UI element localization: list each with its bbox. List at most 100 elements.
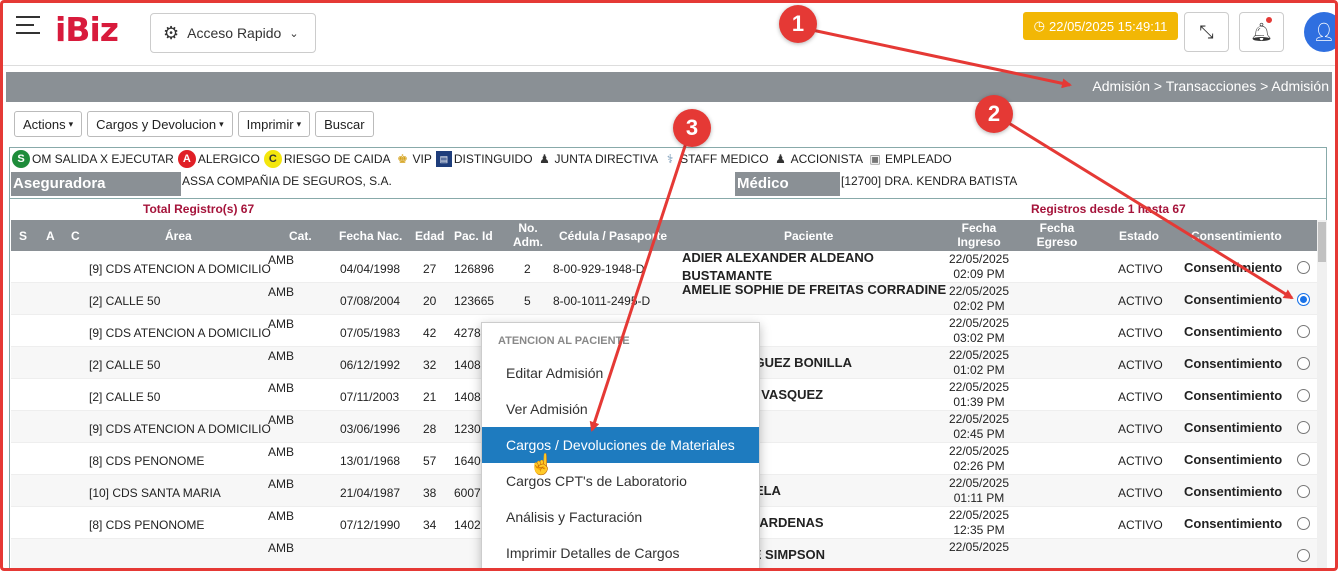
menu-item-analisis-facturacion[interactable]: Análisis y Facturación [482, 499, 759, 535]
cell-estado: ACTIVO [1118, 262, 1163, 276]
notifications-button[interactable]: 🔔︎ [1239, 12, 1284, 52]
col-cedula[interactable]: Cédula / Pasaporte [559, 229, 667, 243]
cell-fecha-nac: 04/04/1998 [340, 262, 401, 276]
medico-value: [12700] DRA. KENDRA BATISTA [841, 174, 1018, 188]
cell-edad: 21 [423, 390, 437, 404]
cell-consentimiento[interactable]: Consentimiento [1184, 260, 1282, 275]
app-logo[interactable]: iBiz [55, 10, 119, 49]
cell-area: [2] CALLE 50 [89, 358, 161, 372]
menu-item-cargos-devoluciones[interactable]: Cargos / Devoluciones de Materiales [482, 427, 759, 463]
menu-item-editar-admision[interactable]: Editar Admisión [482, 355, 759, 391]
cell-fecha-nac: 21/04/1987 [340, 486, 401, 500]
col-c[interactable]: C [71, 229, 80, 243]
vip-person-icon: ♚ [397, 152, 408, 166]
row-select-radio[interactable] [1297, 293, 1310, 306]
legend-label: DISTINGUIDO [453, 152, 533, 166]
quick-access-dropdown[interactable]: ⚙ Acceso Rapido ⌄ [150, 13, 316, 53]
fecha-ingreso-time: 12:35 PM [953, 523, 1005, 537]
caret-down-icon: ▾ [219, 118, 224, 129]
row-select-radio[interactable] [1297, 517, 1310, 530]
row-select-radio[interactable] [1297, 453, 1310, 466]
col-consentimiento[interactable]: Consentimiento [1191, 229, 1282, 243]
cell-estado: ACTIVO [1118, 326, 1163, 340]
row-select-radio[interactable] [1297, 389, 1310, 402]
cell-edad: 20 [423, 294, 437, 308]
cell-pac-id: 1408 [454, 358, 481, 372]
table-row[interactable]: [2] CALLE 50 AMB 07/08/2004 20 123665 5 8-00-1… [11, 282, 1317, 315]
caduceus-icon: ⚕ [666, 152, 674, 166]
menu-item-ver-admision[interactable]: Ver Admisión [482, 391, 759, 427]
col-s[interactable]: S [19, 229, 27, 243]
col-a[interactable]: A [46, 229, 55, 243]
cell-estado: ACTIVO [1118, 486, 1163, 500]
legend-label: VIP [412, 152, 432, 166]
row-select-radio[interactable] [1297, 549, 1310, 562]
legend-item-staff: ⚕ STAFF MEDICO [662, 151, 769, 167]
row-select-radio[interactable] [1297, 485, 1310, 498]
cell-cat: AMB [268, 285, 295, 299]
menu-item-cargos-cpt-laboratorio[interactable]: Cargos CPT's de Laboratorio [482, 463, 759, 499]
user-avatar-icon[interactable]: 👤︎ [1304, 12, 1338, 52]
cell-edad: 28 [423, 422, 437, 436]
cell-consentimiento[interactable]: Consentimiento [1184, 484, 1282, 499]
fecha-ingreso-time: 01:11 PM [953, 491, 1005, 505]
cell-consentimiento[interactable]: Consentimiento [1184, 420, 1282, 435]
col-fecha-nac[interactable]: Fecha Nac. [339, 229, 402, 243]
hamburger-menu-icon[interactable] [16, 16, 40, 36]
actions-dropdown-button[interactable]: Actions ▾ [14, 111, 83, 137]
cell-no-adm: 2 [524, 262, 531, 276]
cell-area: [9] CDS ATENCION A DOMICILIO [89, 262, 271, 276]
col-cat[interactable]: Cat. [289, 229, 312, 243]
cell-fecha-nac: 07/11/2003 [340, 390, 400, 404]
cell-cat: AMB [268, 413, 295, 427]
cell-consentimiento[interactable]: Consentimiento [1184, 292, 1282, 307]
notification-dot [1266, 17, 1272, 23]
legend-label: ALERGICO [197, 152, 260, 166]
cell-cat: AMB [268, 317, 295, 331]
table-row[interactable]: [9] CDS ATENCION A DOMICILIO AMB 04/04/199… [11, 250, 1317, 283]
col-fecha-egreso[interactable]: Fecha Egreso [1027, 221, 1087, 249]
cell-edad: 57 [423, 454, 437, 468]
menu-item-imprimir-detalles[interactable]: Imprimir Detalles de Cargos [482, 535, 759, 571]
employee-badge-icon: ▣ [869, 152, 881, 166]
col-edad[interactable]: Edad [415, 229, 444, 243]
context-menu-header: ATENCION AL PACIENTE [498, 335, 630, 347]
col-no-adm[interactable]: No. Adm. [511, 221, 545, 249]
imprimir-dropdown-button[interactable]: Imprimir ▾ [237, 111, 311, 137]
col-fecha-ingreso-line2: Ingreso [957, 235, 1001, 249]
grid-scrollbar[interactable] [1317, 220, 1327, 571]
cell-cedula: 8-00-929-1948-D [553, 262, 645, 276]
id-card-icon: ▤ [435, 151, 452, 167]
cell-cat: AMB [268, 509, 295, 523]
col-area[interactable]: Área [165, 229, 192, 243]
cell-consentimiento[interactable]: Consentimiento [1184, 452, 1282, 467]
col-fecha-ingreso[interactable]: Fecha Ingreso [949, 221, 1009, 249]
col-pac-id[interactable]: Pac. Id [454, 229, 493, 243]
col-estado[interactable]: Estado [1119, 229, 1159, 243]
cell-fecha-nac: 07/05/1983 [340, 326, 401, 340]
fecha-ingreso-date: 22/05/2025 [948, 476, 1010, 490]
row-select-radio[interactable] [1297, 421, 1310, 434]
cell-cat: AMB [268, 445, 295, 459]
cell-consentimiento[interactable]: Consentimiento [1184, 388, 1282, 403]
cell-consentimiento[interactable]: Consentimiento [1184, 516, 1282, 531]
cell-area: [2] CALLE 50 [89, 390, 161, 404]
cell-cat: AMB [268, 541, 295, 555]
cell-fecha-ingreso: 22/05/2025 01:39 PM [939, 380, 1019, 410]
fecha-ingreso-time: 01:39 PM [953, 395, 1005, 409]
legend-item-vip: ♚ VIP [395, 151, 432, 167]
row-select-radio[interactable] [1297, 261, 1310, 274]
buscar-button[interactable]: Buscar [315, 111, 374, 137]
fullscreen-exit-button[interactable]: ⤡ [1184, 12, 1229, 52]
cell-consentimiento[interactable]: Consentimiento [1184, 356, 1282, 371]
row-select-radio[interactable] [1297, 325, 1310, 338]
cell-consentimiento[interactable]: Consentimiento [1184, 324, 1282, 339]
row-select-radio[interactable] [1297, 357, 1310, 370]
caret-down-icon: ▾ [68, 118, 74, 129]
col-paciente[interactable]: Paciente [784, 229, 833, 243]
scrollbar-thumb[interactable] [1318, 222, 1326, 262]
clock-icon: ◷ [1033, 18, 1045, 33]
cargos-devolucion-dropdown-button[interactable]: Cargos y Devolucion ▾ [87, 111, 233, 137]
fecha-ingreso-date: 22/05/2025 [948, 348, 1010, 362]
cell-pac-id: 1640 [454, 454, 481, 468]
